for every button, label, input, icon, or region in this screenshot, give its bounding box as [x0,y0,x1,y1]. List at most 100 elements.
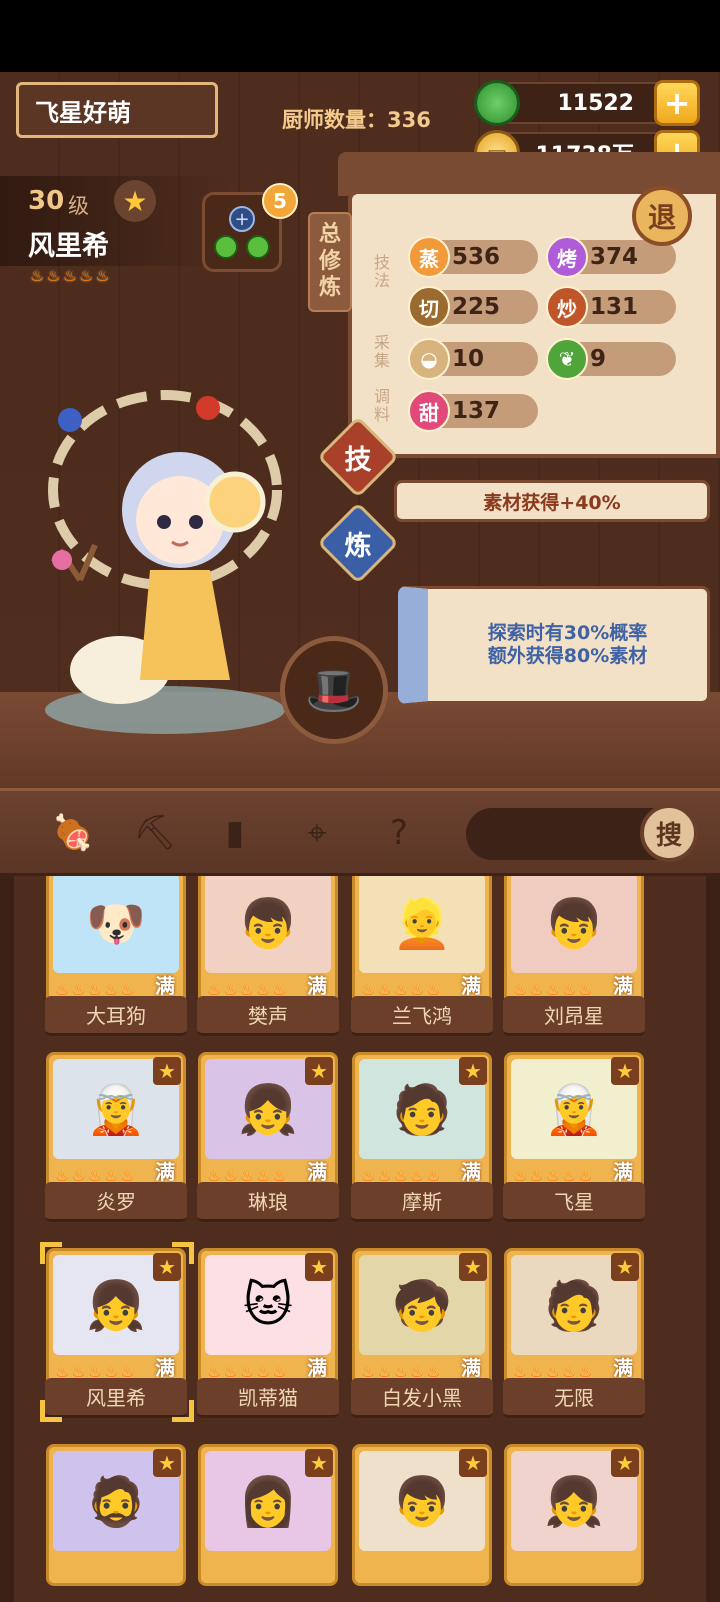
location-filter-icon[interactable]: ⌖ [290,806,344,860]
chef-hat-slot[interactable]: 🎩 [280,636,388,744]
selection-corner [40,1242,62,1264]
chef-name-plate[interactable]: 无限 [503,1378,645,1418]
flame-icon: ♨ [62,266,78,285]
description-line: 额外获得80%素材 [487,645,648,667]
star-icon: ★ [459,1057,487,1085]
player-name-box[interactable]: 飞星好萌 [16,82,218,138]
stat-steam: 蒸 536 [408,236,538,278]
jade-icon [474,80,520,126]
flame-icon: ♨ [46,266,61,285]
skill-section-label: 技法 [371,254,390,290]
star-icon: ★ [611,1057,639,1085]
chef-grid: 🐶 ♨ ♨ ♨ ♨ ♨ 满大耳狗 👦 ♨ ♨ ♨ ♨ ♨ 满樊声 👱 ♨ ♨ ♨ ♨ ♨ 满兰飞鸿 👦 ♨ ♨ ♨ ♨ ♨ 满刘昂星 🧝… [0,876,720,1602]
stat-steam-value: 536 [452,244,501,270]
chef-name-plate[interactable]: 炎罗 [45,1182,187,1222]
chef-card[interactable]: 🐱 ★ ♨ ♨ ♨ ♨ ♨ 满 [198,1248,338,1390]
stat-vegetable: ❦ 9 [546,338,676,380]
chef-level-unit: 级 [68,194,89,218]
star-icon: ★ [305,1449,333,1477]
chef-name-plate[interactable]: 摩斯 [351,1182,493,1222]
equipment-count-badge: 5 [262,183,298,219]
chef-name-plate[interactable]: 樊声 [197,996,339,1036]
star-icon: ★ [459,1449,487,1477]
flame-icon: ♨ [79,266,94,285]
max-level-label: 满 [307,1160,327,1184]
max-level-label: 满 [613,1356,633,1380]
selection-corner [40,1400,62,1422]
star-icon: ★ [611,1449,639,1477]
skill-button-label: 技 [344,444,372,476]
chef-card[interactable]: 🧝 ★ ♨ ♨ ♨ ♨ ♨ 满 [504,1052,644,1194]
chef-name-plate[interactable]: 风里希 [45,1378,187,1418]
chef-name-plate[interactable]: 兰飞鸿 [351,996,493,1036]
chef-name-plate[interactable]: 琳琅 [197,1182,339,1222]
description-line: 探索时有30%概率 [487,622,648,645]
star-icon: ★ [305,1253,333,1281]
stat-grain-value: 10 [452,346,485,372]
chef-name-plate[interactable]: 刘昂星 [503,996,645,1036]
chef-level: 30 [28,186,65,216]
shovel-filter-icon[interactable]: ⛏ [128,806,182,860]
chef-card[interactable]: 👦 ♨ ♨ ♨ ♨ ♨ 满 [198,876,338,1008]
gather-section-label: 采集 [371,334,390,370]
chef-portrait: 👦 [205,876,331,973]
tab-char: 修 [318,248,341,274]
chef-name-plate[interactable]: 飞星 [503,1182,645,1222]
selection-corner [172,1400,194,1422]
add-jade-button[interactable]: + [654,80,700,126]
star-icon: ★ [153,1057,181,1085]
star-icon: ★ [611,1253,639,1281]
stat-cut: 切 225 [408,286,538,328]
stat-sweet-value: 137 [452,398,501,424]
max-level-label: 满 [461,1356,481,1380]
top-hat-icon: 🎩 [305,662,363,717]
max-level-label: 满 [461,1160,481,1184]
max-level-label: 满 [613,1160,633,1184]
flame-icon: ♨ [95,266,110,285]
max-level-label: 满 [613,974,633,998]
grain-bowl-icon: ◒ [408,338,450,380]
stat-cut-value: 225 [452,294,501,320]
chef-card[interactable]: 👦 ♨ ♨ ♨ ♨ ♨ 满 [504,876,644,1008]
chef-card[interactable]: 👧 ★ [504,1444,644,1586]
chef-card[interactable]: 🧑 ★ ♨ ♨ ♨ ♨ ♨ 满 [352,1052,492,1194]
chef-card[interactable]: 👱 ♨ ♨ ♨ ♨ ♨ 满 [352,876,492,1008]
chef-card[interactable]: 🧑 ★ ♨ ♨ ♨ ♨ ♨ 满 [504,1248,644,1390]
chef-card[interactable]: 🐶 ♨ ♨ ♨ ♨ ♨ 满 [46,876,186,1008]
meat-filter-icon[interactable]: 🍖 [46,806,100,860]
jar-filter-icon[interactable]: ▮ [208,806,262,860]
player-name: 飞星好萌 [35,98,131,127]
tab-char: 总 [318,222,341,248]
chef-card[interactable]: 🧝 ★ ♨ ♨ ♨ ♨ ♨ 满 [46,1052,186,1194]
status-bar [0,0,720,72]
chef-portrait: 👦 [511,876,637,973]
chef-flame-rating: ♨ ♨ ♨ ♨ ♨ [30,266,110,285]
tab-total-cultivation[interactable]: 总 修 炼 [308,212,352,312]
stat-roast-value: 374 [590,244,639,270]
star-icon: ★ [459,1253,487,1281]
chef-name-plate[interactable]: 凯蒂猫 [197,1378,339,1418]
chef-card[interactable]: 👩 ★ [198,1444,338,1586]
chef-card[interactable]: 👧 ★ ♨ ♨ ♨ ♨ ♨ 满 [46,1248,186,1390]
chef-card[interactable]: 🧔 ★ [46,1444,186,1586]
chef-card[interactable]: 🧒 ★ ♨ ♨ ♨ ♨ ♨ 满 [352,1248,492,1390]
sweet-icon: 甜 [408,390,450,432]
chef-name-plate[interactable]: 白发小黑 [351,1378,493,1418]
chef-card[interactable]: 👧 ★ ♨ ♨ ♨ ♨ ♨ 满 [198,1052,338,1194]
selection-corner [172,1242,194,1264]
search-button[interactable]: 搜 [640,804,698,862]
stat-vegetable-value: 9 [590,346,607,372]
chef-portrait: 👱 [359,876,485,973]
star-icon: ★ [153,1449,181,1477]
chef-card[interactable]: 👦 ★ [352,1444,492,1586]
max-level-label: 满 [155,1160,175,1184]
star-icon: ★ [305,1057,333,1085]
jade-amount: 11522 [557,90,634,116]
max-level-label: 满 [307,1356,327,1380]
refine-button-label: 炼 [344,530,372,562]
star-icon[interactable]: ★ [114,180,156,222]
exit-button[interactable]: 退 [632,186,692,246]
chef-name-plate[interactable]: 大耳狗 [45,996,187,1036]
stat-sweet: 甜 137 [408,390,538,432]
unknown-filter-icon[interactable]: ? [372,806,426,860]
